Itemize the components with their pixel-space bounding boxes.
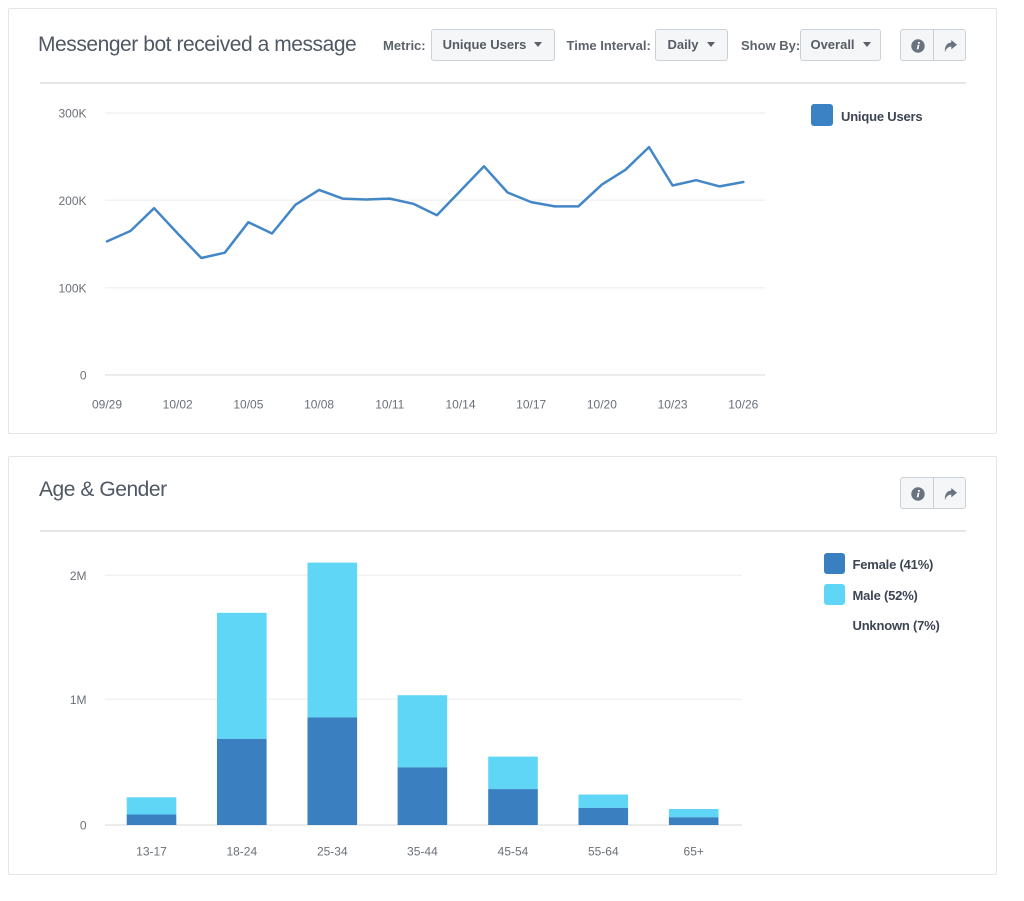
svg-text:35-44: 35-44	[407, 845, 438, 859]
svg-text:55-64: 55-64	[588, 845, 619, 859]
svg-text:65+: 65+	[684, 845, 704, 859]
svg-text:25-34: 25-34	[317, 845, 348, 859]
svg-text:100K: 100K	[58, 281, 86, 295]
svg-text:10/11: 10/11	[375, 398, 404, 412]
svg-text:10/05: 10/05	[233, 398, 263, 412]
svg-text:10/08: 10/08	[304, 398, 334, 412]
svg-text:10/26: 10/26	[728, 398, 758, 412]
svg-text:13-17: 13-17	[136, 845, 167, 859]
svg-text:09/29: 09/29	[92, 398, 122, 412]
svg-text:2M: 2M	[70, 569, 87, 583]
svg-text:45-54: 45-54	[498, 845, 529, 859]
svg-text:1M: 1M	[70, 693, 87, 707]
svg-text:200K: 200K	[58, 194, 86, 208]
svg-text:10/14: 10/14	[445, 398, 475, 412]
svg-text:10/23: 10/23	[658, 398, 688, 412]
svg-text:0: 0	[80, 369, 87, 383]
svg-text:300K: 300K	[58, 107, 86, 121]
svg-text:10/02: 10/02	[163, 398, 193, 412]
svg-text:10/20: 10/20	[587, 398, 617, 412]
svg-text:18-24: 18-24	[226, 845, 257, 859]
svg-text:0: 0	[80, 819, 87, 833]
svg-text:10/17: 10/17	[516, 398, 546, 412]
